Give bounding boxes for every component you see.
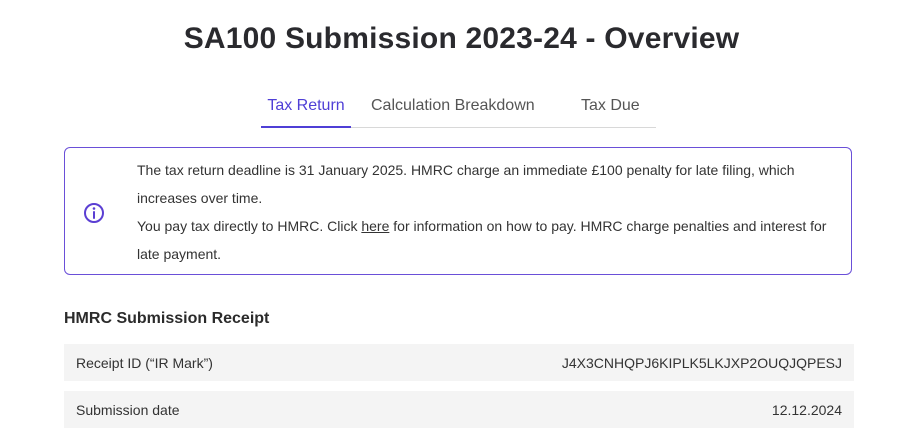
tab-calculation-breakdown[interactable]: Calculation Breakdown: [371, 97, 535, 126]
payment-text: You pay tax directly to HMRC. Click here…: [137, 212, 837, 268]
deadline-text: The tax return deadline is 31 January 20…: [137, 162, 795, 206]
receipt-id-label: Receipt ID (“IR Mark”): [76, 354, 213, 371]
notice-text: The tax return deadline is 31 January 20…: [137, 156, 837, 268]
submission-date-row: Submission date 12.12.2024: [64, 391, 854, 428]
tab-tax-due[interactable]: Tax Due: [581, 97, 640, 126]
receipt-id-row: Receipt ID (“IR Mark”) J4X3CNHQPJ6KIPLK5…: [64, 344, 854, 381]
payment-text-start: You pay tax directly to HMRC. Click: [137, 218, 362, 234]
deadline-notice: The tax return deadline is 31 January 20…: [64, 147, 852, 275]
receipt-id-value: J4X3CNHQPJ6KIPLK5LKJXP2OUQJQPESJ: [561, 354, 842, 371]
payment-info-link[interactable]: here: [361, 218, 389, 234]
submission-date-label: Submission date: [76, 401, 180, 418]
submission-date-value: 12.12.2024: [771, 401, 842, 418]
tab-bar: Tax Return Calculation Breakdown Tax Due: [261, 92, 656, 128]
info-icon: [84, 203, 104, 223]
tab-tax-return[interactable]: Tax Return: [261, 97, 351, 128]
page-title: SA100 Submission 2023-24 - Overview: [183, 22, 740, 55]
receipt-section-title: HMRC Submission Receipt: [64, 310, 270, 327]
